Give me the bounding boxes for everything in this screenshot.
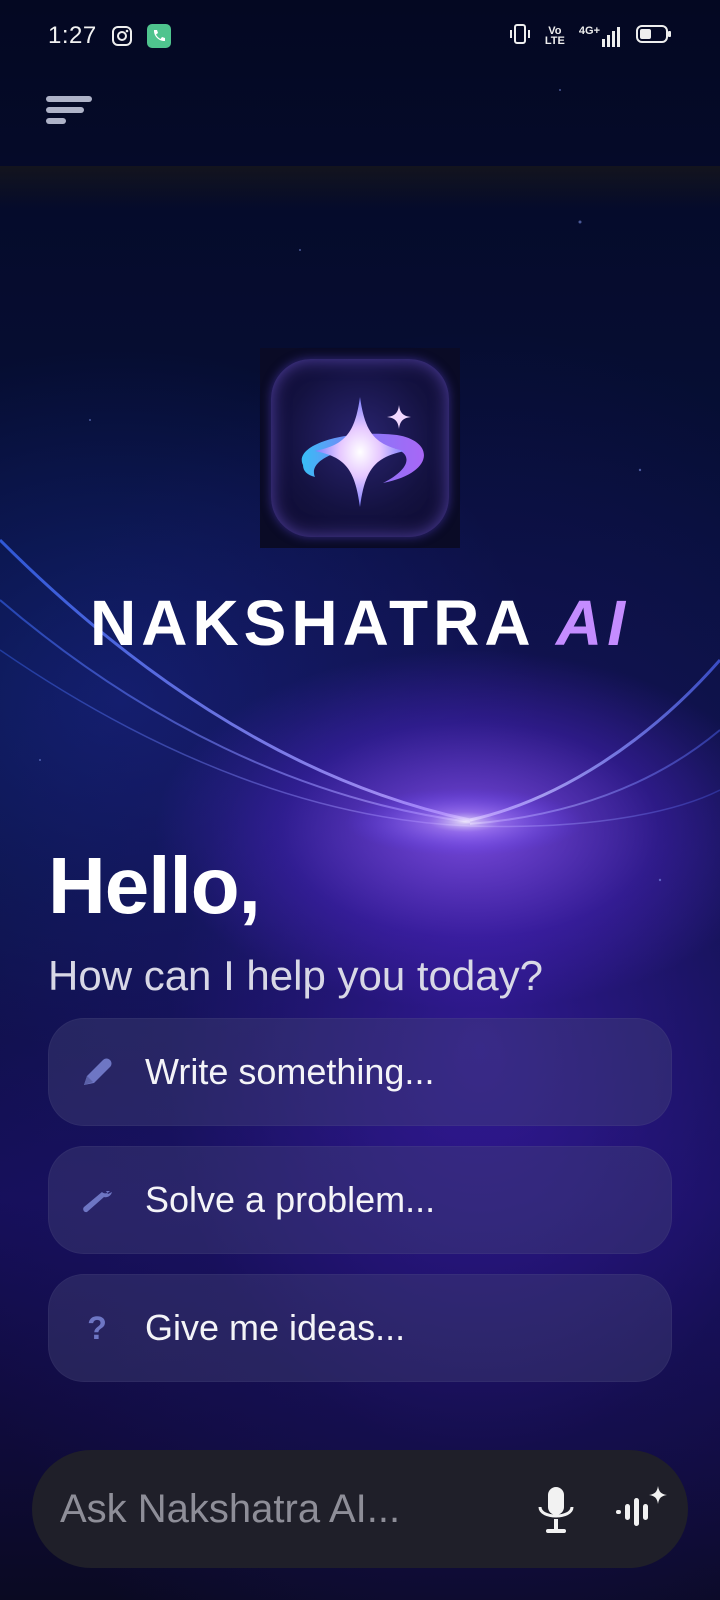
vibrate-icon [509, 23, 531, 50]
menu-button[interactable] [46, 96, 94, 132]
logo-tile [271, 359, 449, 537]
status-bar: 1:27 Vo LTE 4G+ [0, 0, 720, 72]
battery-icon [636, 24, 672, 49]
brand-name: NAKSHATRA [90, 587, 534, 659]
app-bar [0, 72, 720, 168]
question-icon: ? [87, 1309, 107, 1346]
suggestion-solve[interactable]: Solve a problem... [48, 1146, 672, 1254]
brand-accent: AI [555, 587, 630, 659]
greeting-title: Hello, [48, 841, 261, 930]
volte-icon: Vo LTE [544, 25, 565, 47]
app-logo [260, 348, 460, 548]
4g-signal-icon: 4G+ [579, 25, 622, 47]
status-time: 1:27 [48, 22, 97, 49]
suggestion-write[interactable]: Write something... [48, 1018, 672, 1126]
pencil-icon [49, 1055, 145, 1089]
sparkle-star-icon [301, 397, 424, 507]
instagram-icon [111, 25, 133, 47]
composer [32, 1450, 688, 1568]
prompt-input[interactable] [60, 1486, 500, 1532]
phone-call-icon [146, 24, 171, 48]
suggestion-ideas[interactable]: ? Give me ideas... [48, 1274, 672, 1382]
voice-mode-icon [616, 1486, 667, 1526]
suggestion-label: Give me ideas... [145, 1307, 406, 1348]
app-bar-divider [0, 166, 720, 208]
suggestion-label: Write something... [145, 1051, 435, 1092]
brand-title: NAKSHATRA AI [0, 586, 720, 660]
wrench-icon [49, 1183, 145, 1217]
suggestion-label: Solve a problem... [145, 1179, 436, 1220]
mic-button[interactable] [532, 1485, 580, 1535]
menu-icon [46, 96, 92, 124]
microphone-icon [538, 1487, 574, 1533]
greeting-subtitle: How can I help you today? [48, 952, 543, 999]
voice-mode-button[interactable] [612, 1484, 668, 1534]
